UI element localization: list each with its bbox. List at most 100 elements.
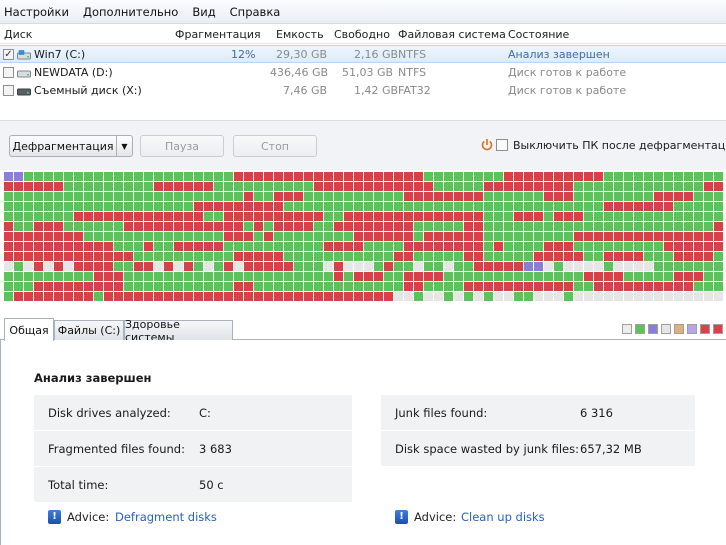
cluster-block xyxy=(714,202,723,211)
cluster-block xyxy=(454,282,463,291)
cluster-block xyxy=(124,212,133,221)
cluster-block xyxy=(704,192,713,201)
defragment-button[interactable]: Дефрагментация ▼ xyxy=(9,135,133,157)
cluster-block xyxy=(664,272,673,281)
cluster-block xyxy=(504,222,513,231)
cluster-block xyxy=(644,292,653,301)
cluster-block xyxy=(344,182,353,191)
cluster-block xyxy=(504,242,513,251)
cluster-block xyxy=(74,292,83,301)
cluster-block xyxy=(494,232,503,241)
stat-row: Total time: 50 c xyxy=(34,467,352,503)
drive-row-x[interactable]: Съемный диск (X:) 7,46 GB 1,42 GB FAT32 … xyxy=(0,82,726,100)
cluster-block xyxy=(4,202,13,211)
cluster-block xyxy=(74,272,83,281)
cluster-block xyxy=(434,242,443,251)
legend-swatch[interactable] xyxy=(622,324,632,334)
menu-help[interactable]: Справка xyxy=(230,5,281,19)
cluster-block xyxy=(34,202,43,211)
cluster-block xyxy=(84,272,93,281)
cluster-block xyxy=(174,172,183,181)
cluster-block xyxy=(514,272,523,281)
chevron-down-icon[interactable]: ▼ xyxy=(116,136,132,156)
cluster-block xyxy=(634,272,643,281)
tab-general[interactable]: Общая xyxy=(4,318,54,341)
clean-up-disks-link[interactable]: Clean up disks xyxy=(461,510,545,524)
legend-swatch[interactable] xyxy=(661,324,671,334)
col-filesystem[interactable]: Файловая система xyxy=(398,28,506,41)
cluster-block xyxy=(324,242,333,251)
cluster-block xyxy=(674,182,683,191)
cluster-block xyxy=(704,242,713,251)
cluster-block xyxy=(444,192,453,201)
cluster-block xyxy=(154,272,163,281)
cluster-block xyxy=(424,262,433,271)
cluster-block xyxy=(34,172,43,181)
legend-swatch[interactable] xyxy=(687,324,697,334)
stop-button[interactable]: Стоп xyxy=(233,135,317,157)
tab-system-health[interactable]: Здоровье системы xyxy=(124,318,233,344)
cluster-block xyxy=(434,172,443,181)
legend-swatch[interactable] xyxy=(713,324,723,334)
cluster-block xyxy=(464,172,473,181)
cluster-block xyxy=(54,262,63,271)
drive-row-d[interactable]: NEWDATA (D:) 436,46 GB 51,03 GB NTFS Дис… xyxy=(0,64,726,82)
cluster-block xyxy=(564,212,573,221)
defragment-disks-link[interactable]: Defragment disks xyxy=(115,510,217,524)
drive-row-c[interactable]: ✓ Win7 (C:) 12% 29,30 GB 2,16 GB NTFS Ан… xyxy=(0,45,726,63)
menu-settings[interactable]: Настройки xyxy=(4,5,69,19)
cluster-block xyxy=(14,282,23,291)
cluster-block xyxy=(64,182,73,191)
cluster-block xyxy=(454,242,463,251)
drive-checkbox-d[interactable] xyxy=(3,67,14,78)
cluster-block xyxy=(634,232,643,241)
cluster-block xyxy=(544,172,553,181)
cluster-block xyxy=(54,282,63,291)
cluster-block xyxy=(54,242,63,251)
cluster-block xyxy=(164,262,173,271)
legend-swatch[interactable] xyxy=(700,324,710,334)
cluster-block xyxy=(434,272,443,281)
shutdown-checkbox[interactable] xyxy=(496,139,508,151)
cluster-block xyxy=(214,252,223,261)
col-status[interactable]: Состояние xyxy=(508,28,569,41)
col-disk[interactable]: Диск xyxy=(4,28,32,41)
cluster-block xyxy=(624,202,633,211)
pause-button[interactable]: Пауза xyxy=(140,135,224,157)
cluster-block xyxy=(184,202,193,211)
cluster-block xyxy=(64,222,73,231)
tab-files[interactable]: Файлы (C:) xyxy=(54,320,124,340)
cluster-block xyxy=(544,192,553,201)
cluster-block xyxy=(674,172,683,181)
legend-swatch[interactable] xyxy=(635,324,645,334)
drive-checkbox-c[interactable]: ✓ xyxy=(3,49,14,60)
cluster-block xyxy=(184,252,193,261)
cluster-block xyxy=(44,192,53,201)
legend-swatch[interactable] xyxy=(648,324,658,334)
cluster-block xyxy=(314,272,323,281)
cluster-block xyxy=(104,292,113,301)
cluster-block xyxy=(254,282,263,291)
cluster-block xyxy=(224,182,233,191)
cluster-block xyxy=(414,262,423,271)
menu-view[interactable]: Вид xyxy=(192,5,215,19)
cluster-block xyxy=(384,252,393,261)
legend-swatch[interactable] xyxy=(674,324,684,334)
cluster-block xyxy=(304,252,313,261)
col-free[interactable]: Свободно xyxy=(334,28,390,41)
cluster-block xyxy=(664,202,673,211)
col-capacity[interactable]: Емкость xyxy=(276,28,324,41)
menu-advanced[interactable]: Дополнительно xyxy=(83,5,178,19)
cluster-block xyxy=(94,212,103,221)
cluster-block xyxy=(714,232,723,241)
cluster-block xyxy=(514,232,523,241)
col-fragmentation[interactable]: Фрагментация xyxy=(175,28,261,41)
cluster-block xyxy=(164,292,173,301)
cluster-block xyxy=(364,262,373,271)
cluster-block xyxy=(654,252,663,261)
cluster-block xyxy=(164,272,173,281)
cluster-block xyxy=(524,272,533,281)
drive-checkbox-x[interactable] xyxy=(3,85,14,96)
cluster-block xyxy=(504,282,513,291)
cluster-block xyxy=(354,292,363,301)
